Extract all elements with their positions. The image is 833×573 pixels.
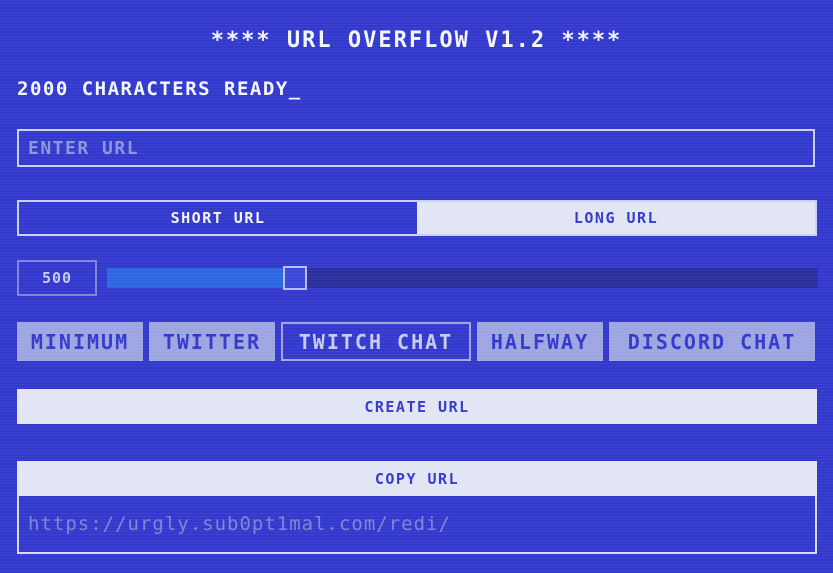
preset-buttons: MINIMUM TWITTER TWITCH CHAT HALFWAY DISC… — [17, 322, 815, 361]
preset-minimum-button[interactable]: MINIMUM — [17, 322, 143, 361]
preset-twitch-chat-button[interactable]: TWITCH CHAT — [281, 322, 471, 361]
slider-thumb[interactable] — [283, 266, 307, 290]
status-line: 2000 CHARACTERS READY_ — [17, 78, 302, 100]
preset-twitter-button[interactable]: TWITTER — [149, 322, 275, 361]
generated-url-output[interactable]: https://urgly.sub0pt1mal.com/redi/ — [17, 496, 817, 554]
long-url-option[interactable]: LONG URL — [417, 202, 815, 234]
create-url-button[interactable]: CREATE URL — [17, 389, 817, 424]
preset-halfway-button[interactable]: HALFWAY — [477, 322, 603, 361]
length-value-box[interactable]: 500 — [17, 260, 97, 296]
slider-fill — [107, 268, 285, 288]
copy-url-button[interactable]: COPY URL — [17, 461, 817, 496]
preset-discord-chat-button[interactable]: DISCORD CHAT — [609, 322, 815, 361]
short-url-option[interactable]: SHORT URL — [19, 202, 417, 234]
url-mode-toggle: SHORT URL LONG URL — [17, 200, 817, 236]
app-title: **** URL OVERFLOW V1.2 **** — [210, 28, 623, 53]
length-slider[interactable] — [107, 266, 818, 290]
url-input[interactable] — [17, 129, 815, 167]
